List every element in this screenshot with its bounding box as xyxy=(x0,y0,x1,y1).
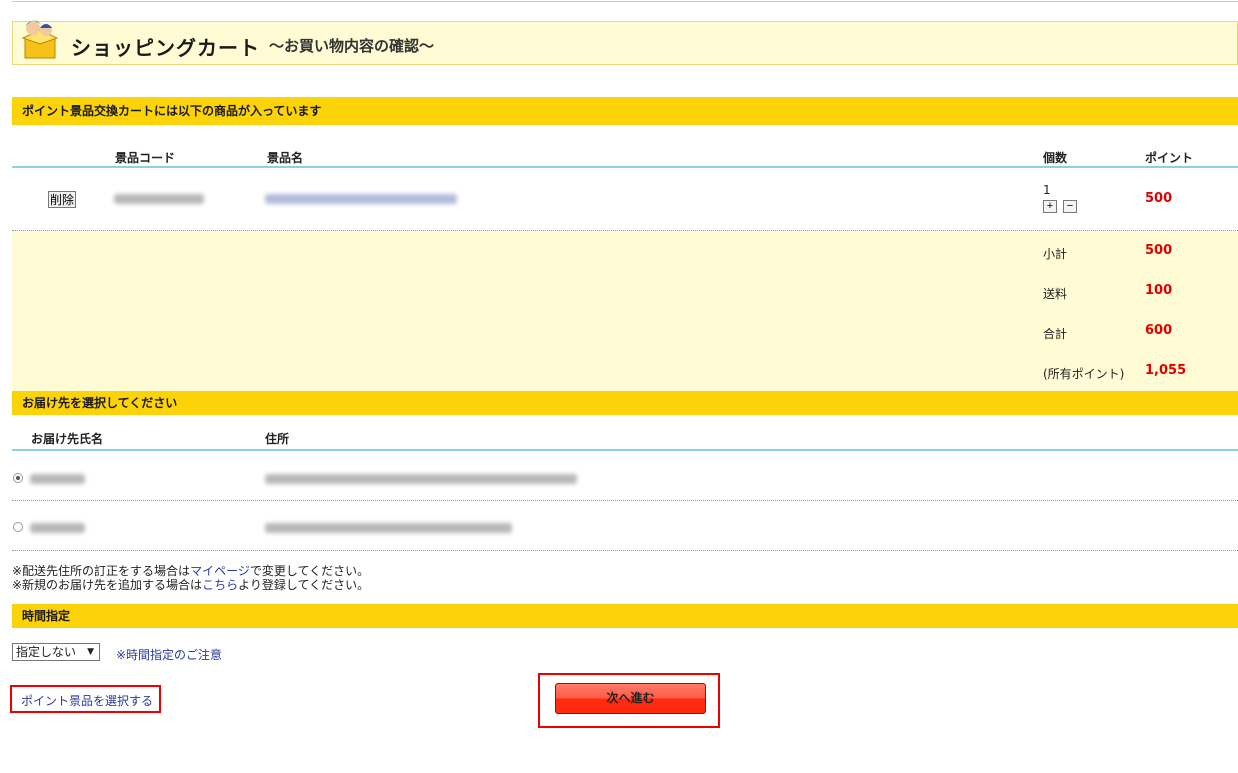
time-section-title: 時間指定 xyxy=(22,609,71,623)
delete-item-button[interactable]: 削除 xyxy=(48,191,76,208)
col-recipient-name: お届け先氏名 xyxy=(31,432,104,446)
address-redacted-1 xyxy=(265,474,577,484)
recipient-name-redacted-1 xyxy=(30,474,85,484)
quantity-plus-button[interactable]: + xyxy=(1043,200,1057,213)
shopping-mascot-logo xyxy=(21,20,59,59)
owned-points-value: 1,055 xyxy=(1145,363,1187,378)
recipient-name-redacted-2 xyxy=(30,523,85,533)
address-row-divider-1 xyxy=(12,500,1238,501)
col-points: ポイント xyxy=(1145,151,1194,165)
add-address-link[interactable]: こちら xyxy=(202,578,238,592)
cart-section-bar: ポイント景品交換カートには以下の商品が入っています xyxy=(12,97,1238,125)
col-quantity: 個数 xyxy=(1043,151,1068,165)
cart-header-divider xyxy=(12,166,1238,168)
item-points: 500 xyxy=(1145,191,1173,206)
cart-section-title: ポイント景品交換カートには以下の商品が入っています xyxy=(22,104,322,118)
delivery-header-divider xyxy=(12,449,1238,451)
top-divider xyxy=(12,1,1238,2)
shipping-label: 送料 xyxy=(1043,287,1068,301)
subtotal-label: 小計 xyxy=(1043,247,1068,261)
delivery-section-title: お届け先を選択してください xyxy=(22,396,178,410)
shipping-value: 100 xyxy=(1145,283,1173,298)
time-select[interactable]: 指定しない ▼ xyxy=(12,643,100,661)
item-name-redacted xyxy=(265,194,457,204)
address-redacted-2 xyxy=(265,523,512,533)
select-prize-link[interactable]: ポイント景品を選択する xyxy=(21,692,153,709)
note-text: より登録してください。 xyxy=(238,578,370,592)
address-row-divider-2 xyxy=(12,550,1238,551)
page-subtitle: ～お買い物内容の確認～ xyxy=(269,37,435,55)
time-section-bar: 時間指定 xyxy=(12,604,1238,628)
owned-points-label: (所有ポイント) xyxy=(1043,367,1125,381)
add-address-note: ※新規のお届け先を追加する場合はこちらより登録してください。 xyxy=(12,576,369,593)
item-quantity: 1 xyxy=(1043,183,1051,197)
delivery-section-bar: お届け先を選択してください xyxy=(12,391,1238,415)
address-radio-1[interactable] xyxy=(13,473,23,483)
time-select-value: 指定しない xyxy=(16,645,77,659)
col-address: 住所 xyxy=(265,432,290,446)
page-title: ショッピングカート xyxy=(71,36,260,60)
total-label: 合計 xyxy=(1043,327,1068,341)
quantity-minus-button[interactable]: − xyxy=(1063,200,1077,213)
next-button[interactable]: 次へ進む xyxy=(555,683,706,714)
page-header: ショッピングカート ～お買い物内容の確認～ xyxy=(12,20,1238,65)
time-notice-link[interactable]: ※時間指定のご注意 xyxy=(116,646,222,663)
col-item-name: 景品名 xyxy=(267,151,304,165)
subtotal-value: 500 xyxy=(1145,243,1173,258)
chevron-down-icon: ▼ xyxy=(87,647,94,657)
address-radio-2[interactable] xyxy=(13,522,23,532)
col-item-code: 景品コード xyxy=(115,151,176,165)
total-value: 600 xyxy=(1145,323,1173,338)
item-code-redacted xyxy=(114,194,204,204)
note-text: ※新規のお届け先を追加する場合は xyxy=(12,578,203,592)
